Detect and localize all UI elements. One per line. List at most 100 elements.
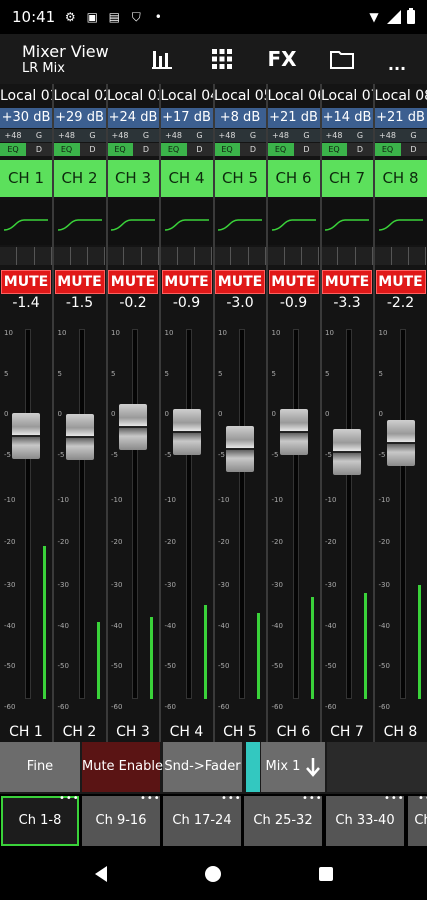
eq-label[interactable]: EQ	[53, 143, 80, 156]
page-options-icon[interactable]: •••	[418, 793, 427, 804]
mute-button[interactable]: MUTE	[108, 270, 158, 294]
fader-track[interactable]	[25, 329, 31, 699]
dyn-label[interactable]: D	[401, 143, 427, 156]
phantom-label[interactable]: +48	[375, 129, 401, 142]
dynamics-indicator[interactable]	[374, 247, 427, 265]
gate-label[interactable]: G	[187, 129, 213, 142]
fx-button[interactable]: FX	[252, 34, 312, 84]
fader-track[interactable]	[239, 329, 245, 699]
dyn-label[interactable]: D	[133, 143, 159, 156]
mute-button[interactable]: MUTE	[161, 270, 212, 294]
gain-display[interactable]: +21 dB	[374, 108, 427, 128]
phantom-label[interactable]: +48	[0, 129, 26, 142]
channel-select-button[interactable]: CH 3	[107, 160, 159, 197]
eq-curve-thumbnail[interactable]	[160, 200, 213, 245]
dyn-label[interactable]: D	[26, 143, 52, 156]
dynamics-indicator[interactable]	[321, 247, 373, 265]
page-options-icon[interactable]: •••	[59, 793, 80, 804]
fader-knob[interactable]	[226, 426, 254, 473]
channel-select-button[interactable]: CH 6	[267, 160, 320, 197]
gate-label[interactable]: G	[133, 129, 159, 142]
fine-button[interactable]: Fine	[0, 742, 80, 792]
gain-display[interactable]: +30 dB	[0, 108, 52, 128]
mute-button[interactable]: MUTE	[1, 270, 51, 294]
eq-curve-thumbnail[interactable]	[0, 200, 52, 245]
mute-button[interactable]: MUTE	[375, 270, 426, 294]
channel-name[interactable]: Local 01	[0, 86, 59, 106]
page-options-icon[interactable]: •••	[221, 793, 242, 804]
recents-icon[interactable]	[318, 867, 333, 881]
dynamics-indicator[interactable]	[53, 247, 106, 265]
folder-button[interactable]	[312, 34, 372, 84]
fader-track[interactable]	[346, 329, 352, 699]
eq-curve-thumbnail[interactable]	[53, 200, 106, 245]
fader-knob[interactable]	[333, 428, 361, 475]
snd-fader-button[interactable]: Snd->Fader	[163, 742, 242, 792]
eq-label[interactable]: EQ	[267, 143, 294, 156]
fader-knob[interactable]	[12, 413, 40, 460]
fader-knob[interactable]	[279, 409, 308, 456]
gate-label[interactable]: G	[401, 129, 427, 142]
dynamics-indicator[interactable]	[267, 247, 320, 265]
gate-label[interactable]: G	[294, 129, 320, 142]
fader-track[interactable]	[399, 329, 406, 699]
dyn-label[interactable]: D	[240, 143, 266, 156]
back-icon[interactable]	[94, 866, 107, 882]
gate-label[interactable]: G	[26, 129, 52, 142]
mute-button[interactable]: MUTE	[215, 270, 265, 294]
fader-track[interactable]	[132, 329, 138, 699]
eq-curve-thumbnail[interactable]	[321, 200, 373, 245]
fader-track[interactable]	[292, 329, 299, 699]
meters-button[interactable]	[132, 34, 192, 84]
phantom-label[interactable]: +48	[214, 129, 240, 142]
dyn-label[interactable]: D	[80, 143, 106, 156]
mute-button[interactable]: MUTE	[268, 270, 319, 294]
eq-curve-thumbnail[interactable]	[107, 200, 159, 245]
eq-label[interactable]: EQ	[321, 143, 347, 156]
channel-select-button[interactable]: CH 5	[214, 160, 266, 197]
channel-select-button[interactable]: CH 4	[160, 160, 213, 197]
page-options-icon[interactable]: •••	[302, 793, 323, 804]
channel-select-button[interactable]: CH 8	[374, 160, 427, 197]
phantom-label[interactable]: +48	[161, 129, 187, 142]
eq-curve-thumbnail[interactable]	[267, 200, 320, 245]
gain-display[interactable]: +8 dB	[214, 108, 266, 128]
mute-button[interactable]: MUTE	[54, 270, 105, 294]
channel-name[interactable]: Local 03	[107, 86, 166, 106]
eq-label[interactable]: EQ	[107, 143, 133, 156]
fader-knob[interactable]	[119, 403, 147, 450]
channel-select-button[interactable]: CH 7	[321, 160, 373, 197]
dyn-label[interactable]: D	[187, 143, 213, 156]
phantom-label[interactable]: +48	[107, 129, 133, 142]
home-icon[interactable]	[204, 866, 221, 882]
channel-select-button[interactable]: CH 2	[53, 160, 106, 197]
dynamics-indicator[interactable]	[160, 247, 213, 265]
view-title-block[interactable]: Mixer View LR Mix	[0, 42, 132, 77]
dyn-label[interactable]: D	[347, 143, 373, 156]
mix-select-button[interactable]: Mix 1	[261, 742, 325, 792]
dynamics-indicator[interactable]	[0, 247, 52, 265]
gain-display[interactable]: +17 dB	[160, 108, 213, 128]
eq-curve-thumbnail[interactable]	[214, 200, 266, 245]
dynamics-indicator[interactable]	[107, 247, 159, 265]
eq-label[interactable]: EQ	[214, 143, 240, 156]
channel-select-button[interactable]: CH 1	[0, 160, 52, 197]
eq-label[interactable]: EQ	[0, 143, 26, 156]
eq-curve-thumbnail[interactable]	[374, 200, 427, 245]
fader-track[interactable]	[78, 329, 85, 699]
dynamics-indicator[interactable]	[214, 247, 266, 265]
gain-display[interactable]: +29 dB	[53, 108, 106, 128]
gate-label[interactable]: G	[347, 129, 373, 142]
gain-display[interactable]: +21 dB	[267, 108, 320, 128]
channel-name[interactable]: Local 02	[54, 86, 113, 106]
grid-view-button[interactable]	[192, 34, 252, 84]
gate-label[interactable]: G	[240, 129, 266, 142]
fader-knob[interactable]	[386, 419, 415, 466]
channel-name[interactable]: Local 04	[161, 86, 220, 106]
eq-label[interactable]: EQ	[160, 143, 187, 156]
fader-knob[interactable]	[65, 414, 94, 461]
gain-display[interactable]: +24 dB	[107, 108, 159, 128]
channel-name[interactable]: Local 05	[214, 86, 273, 106]
fader-knob[interactable]	[172, 409, 201, 456]
page-options-icon[interactable]: •••	[140, 793, 161, 804]
